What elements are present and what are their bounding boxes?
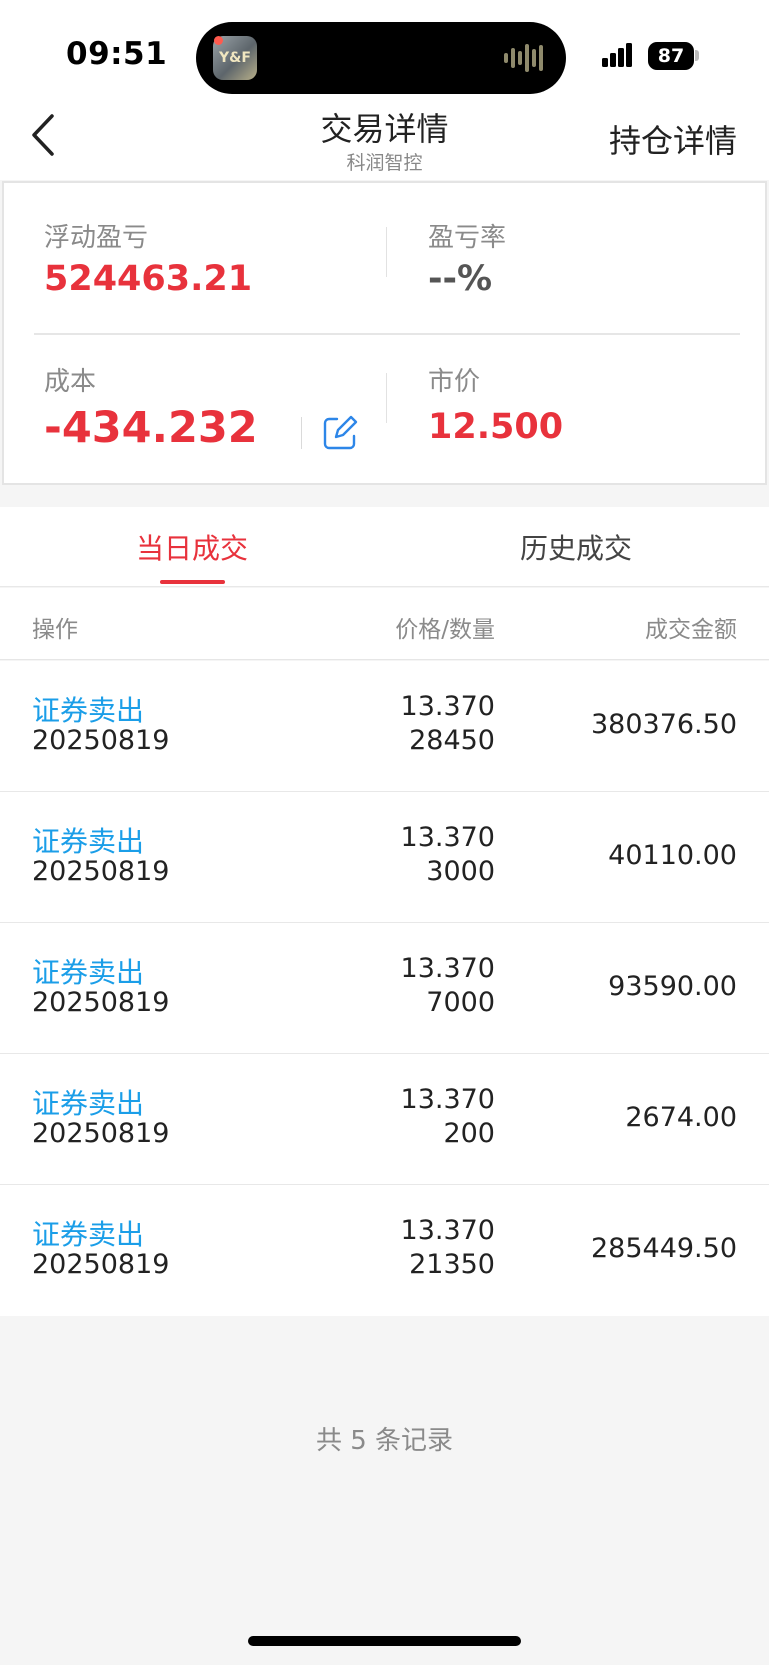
table-row[interactable]: 证券卖出 20250819 13.370 7000 93590.00 (0, 923, 769, 1054)
operation-type: 证券卖出 (32, 1087, 145, 1120)
trade-quantity: 28450 (409, 725, 495, 756)
table-row[interactable]: 证券卖出 20250819 13.370 200 2674.00 (0, 1054, 769, 1185)
battery-icon: 87 (648, 42, 694, 70)
status-bar: 09:51 Y&F 87 (0, 0, 769, 100)
trade-quantity: 21350 (409, 1249, 495, 1280)
cost-label: 成本 (44, 367, 97, 397)
trade-amount: 285449.50 (590, 1233, 737, 1264)
operation-type: 证券卖出 (32, 1218, 145, 1251)
market-price-label: 市价 (428, 367, 481, 397)
header-operation: 操作 (32, 617, 78, 643)
header-price-qty: 价格/数量 (395, 617, 495, 643)
floating-pl-value: 524463.21 (44, 259, 253, 299)
market-price-value: 12.500 (428, 407, 564, 447)
recording-dot-icon (214, 36, 223, 45)
trade-date: 20250819 (32, 856, 170, 887)
tab-history-trades[interactable]: 历史成交 (520, 527, 632, 567)
dynamic-island[interactable]: Y&F (196, 22, 566, 94)
trade-amount: 2674.00 (625, 1102, 737, 1133)
active-tab-indicator (160, 580, 225, 584)
trade-date: 20250819 (32, 1118, 170, 1149)
status-time: 09:51 (66, 36, 168, 72)
trade-amount: 93590.00 (608, 971, 737, 1002)
table-row[interactable]: 证券卖出 20250819 13.370 21350 285449.50 (0, 1185, 769, 1316)
pl-rate-value: --% (428, 259, 493, 299)
floating-pl-label: 浮动盈亏 (44, 223, 149, 253)
trade-price: 13.370 (400, 822, 495, 853)
column-divider (386, 227, 387, 277)
trade-date: 20250819 (32, 1249, 170, 1280)
trade-date: 20250819 (32, 725, 170, 756)
cost-value: -434.232 (44, 403, 258, 453)
trade-quantity: 7000 (426, 987, 495, 1018)
operation-type: 证券卖出 (32, 956, 145, 989)
record-count: 共 5 条记录 (315, 1426, 454, 1456)
trade-amount: 380376.50 (590, 709, 737, 740)
trade-date: 20250819 (32, 987, 170, 1018)
battery-tip (695, 50, 699, 61)
edit-icon[interactable] (322, 415, 358, 451)
signal-icon (602, 43, 632, 67)
edit-separator (301, 417, 302, 449)
trade-price: 13.370 (400, 1084, 495, 1115)
trade-quantity: 200 (443, 1118, 495, 1149)
tab-today-trades[interactable]: 当日成交 (136, 527, 248, 567)
table-header: 操作 价格/数量 成交金额 (0, 588, 769, 660)
table-row[interactable]: 证券卖出 20250819 13.370 28450 380376.50 (0, 661, 769, 792)
position-detail-link[interactable]: 持仓详情 (609, 116, 737, 162)
nav-bar: 交易详情 科润智控 持仓详情 (0, 100, 769, 180)
trade-price: 13.370 (400, 1215, 495, 1246)
pl-rate-label: 盈亏率 (428, 223, 507, 253)
trade-amount: 40110.00 (608, 840, 737, 871)
operation-type: 证券卖出 (32, 825, 145, 858)
trade-price: 13.370 (400, 691, 495, 722)
trade-list: 证券卖出 20250819 13.370 28450 380376.50 证券卖… (0, 661, 769, 1316)
audio-wave-icon (504, 44, 543, 72)
table-row[interactable]: 证券卖出 20250819 13.370 3000 40110.00 (0, 792, 769, 923)
row-divider (34, 333, 740, 335)
summary-card: 浮动盈亏 524463.21 盈亏率 --% 成本 -434.232 市价 12… (2, 181, 767, 485)
home-indicator[interactable] (248, 1636, 521, 1646)
trade-price: 13.370 (400, 953, 495, 984)
header-amount: 成交金额 (645, 617, 737, 643)
operation-type: 证券卖出 (32, 694, 145, 727)
trade-quantity: 3000 (426, 856, 495, 887)
trade-tabs: 当日成交 历史成交 (0, 507, 769, 587)
column-divider (386, 373, 387, 423)
